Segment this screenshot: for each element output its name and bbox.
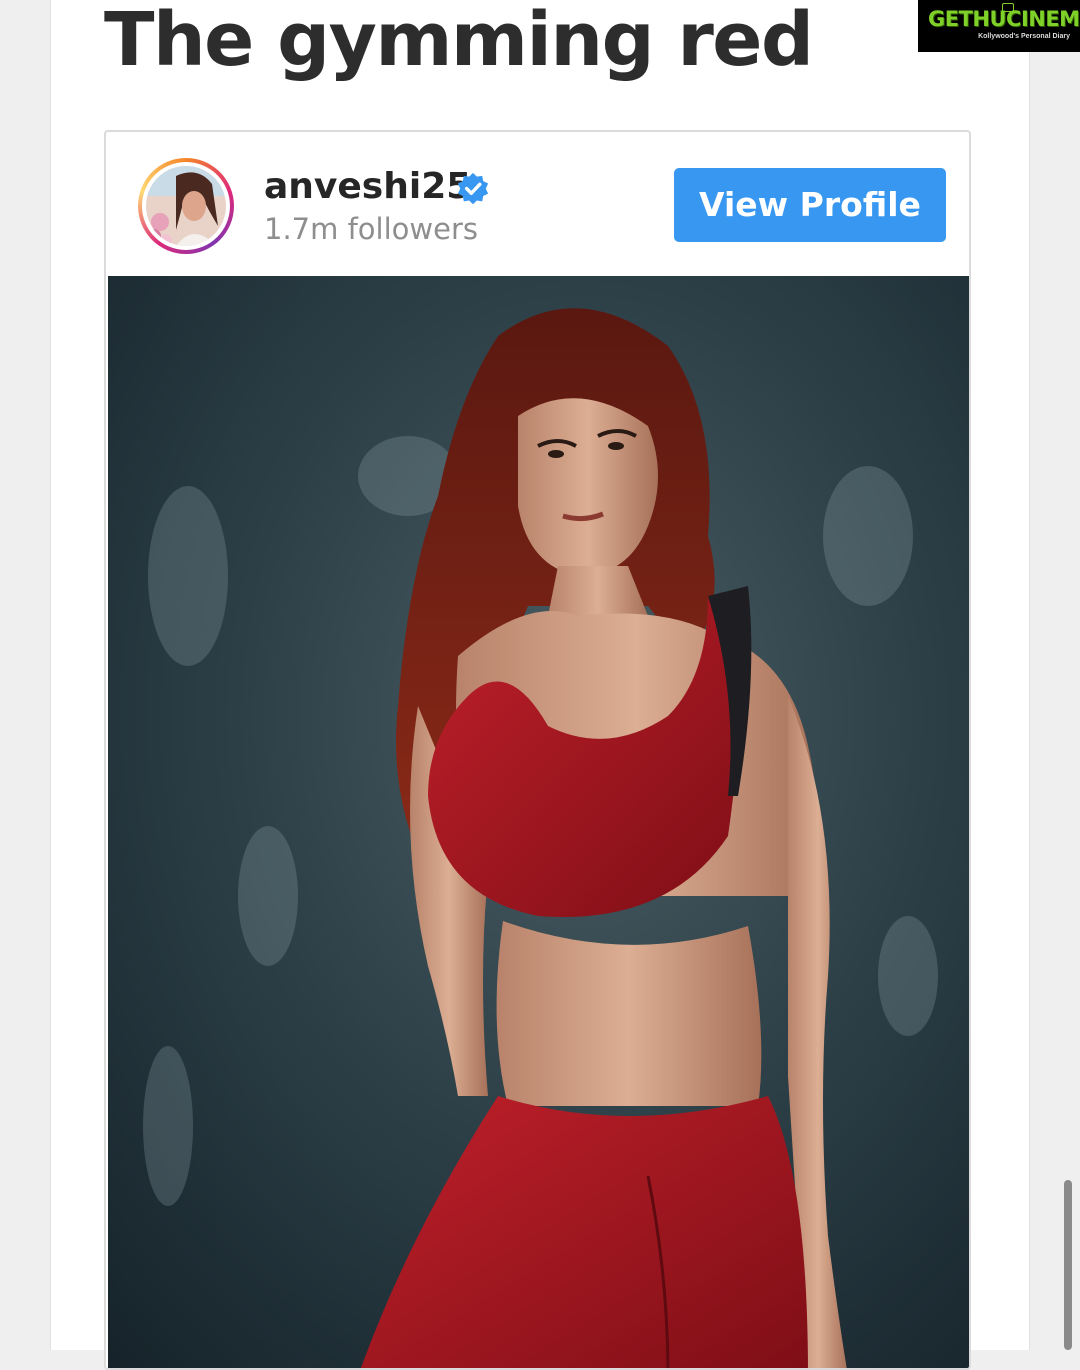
watermark-logo: GETHUCINEMA Kollywood's Personal Diary	[918, 0, 1080, 52]
scrollbar-thumb[interactable]	[1064, 1180, 1072, 1350]
account-username[interactable]: anveshi25	[264, 166, 471, 208]
article-title: The gymming red	[104, 0, 814, 83]
view-profile-button[interactable]: View Profile	[674, 168, 946, 242]
watermark-brand: GETHUCINEMA	[928, 7, 1080, 31]
scrollbar[interactable]	[1064, 1180, 1072, 1350]
avatar-image	[146, 166, 226, 246]
follower-count: 1.7m followers	[264, 212, 478, 246]
watermark-tagline: Kollywood's Personal Diary	[978, 33, 1070, 40]
post-photo-graphic	[108, 276, 969, 1368]
verified-badge-icon	[457, 172, 489, 205]
post-photo[interactable]	[108, 276, 969, 1368]
instagram-embed-card: anveshi25 1.7m followers View Profile	[104, 130, 971, 1370]
camera-icon	[1002, 3, 1014, 12]
avatar[interactable]	[138, 158, 234, 254]
embed-header: anveshi25 1.7m followers View Profile	[106, 132, 969, 276]
